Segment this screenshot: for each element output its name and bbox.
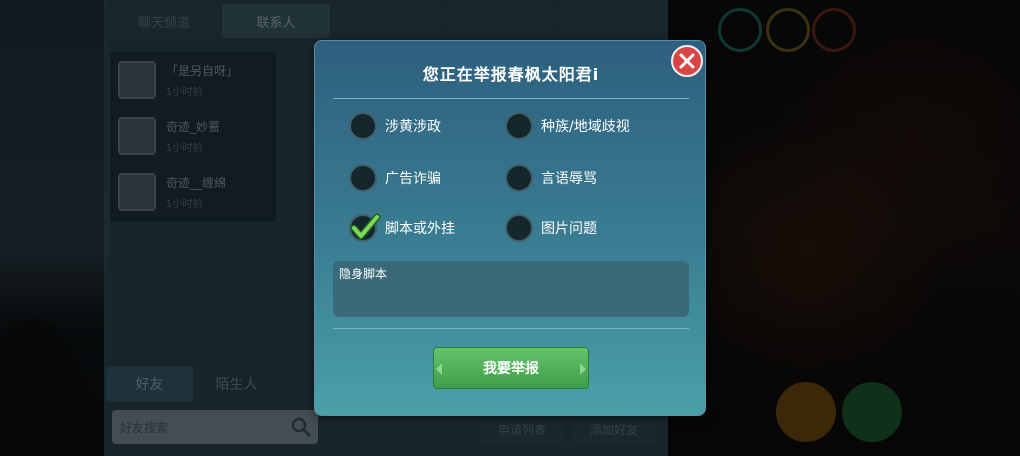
option-verbal-abuse[interactable]: 言语辱骂 bbox=[505, 163, 597, 193]
option-label: 涉黄涉政 bbox=[385, 119, 441, 135]
submit-label: 我要举报 bbox=[483, 361, 539, 377]
dialog-title: 您正在举报春枫太阳君i bbox=[422, 65, 600, 84]
option-porn-politics[interactable]: 涉黄涉政 bbox=[349, 111, 441, 141]
option-image-issue[interactable]: 图片问题 bbox=[505, 213, 597, 243]
divider bbox=[333, 98, 689, 99]
report-reason-input[interactable]: 隐身脚本 bbox=[333, 261, 689, 317]
report-dialog: 您正在举报春枫太阳君i 涉黄涉政 种族/地域歧视 广告诈骗 言语辱骂 脚本或外挂 bbox=[314, 40, 706, 416]
option-label: 言语辱骂 bbox=[541, 171, 597, 187]
checkmark-icon bbox=[350, 213, 381, 240]
reason-text: 隐身脚本 bbox=[339, 267, 388, 281]
option-label: 图片问题 bbox=[541, 221, 597, 237]
radio[interactable] bbox=[349, 112, 377, 140]
radio[interactable] bbox=[349, 164, 377, 192]
radio[interactable] bbox=[505, 112, 533, 140]
arrow-left-icon bbox=[436, 363, 442, 375]
radio-checked[interactable] bbox=[349, 213, 381, 242]
radio[interactable] bbox=[505, 164, 533, 192]
divider bbox=[333, 328, 689, 329]
option-cheat-script[interactable]: 脚本或外挂 bbox=[349, 213, 455, 243]
close-button[interactable] bbox=[671, 45, 703, 77]
option-discrimination[interactable]: 种族/地域歧视 bbox=[505, 111, 630, 141]
option-label: 种族/地域歧视 bbox=[541, 119, 630, 135]
radio[interactable] bbox=[505, 214, 533, 242]
close-icon bbox=[679, 53, 695, 69]
submit-report-button[interactable]: 我要举报 bbox=[433, 347, 589, 389]
option-label: 脚本或外挂 bbox=[385, 221, 455, 237]
arrow-right-icon bbox=[580, 363, 586, 375]
option-label: 广告诈骗 bbox=[385, 171, 441, 187]
option-ad-fraud[interactable]: 广告诈骗 bbox=[349, 163, 441, 193]
